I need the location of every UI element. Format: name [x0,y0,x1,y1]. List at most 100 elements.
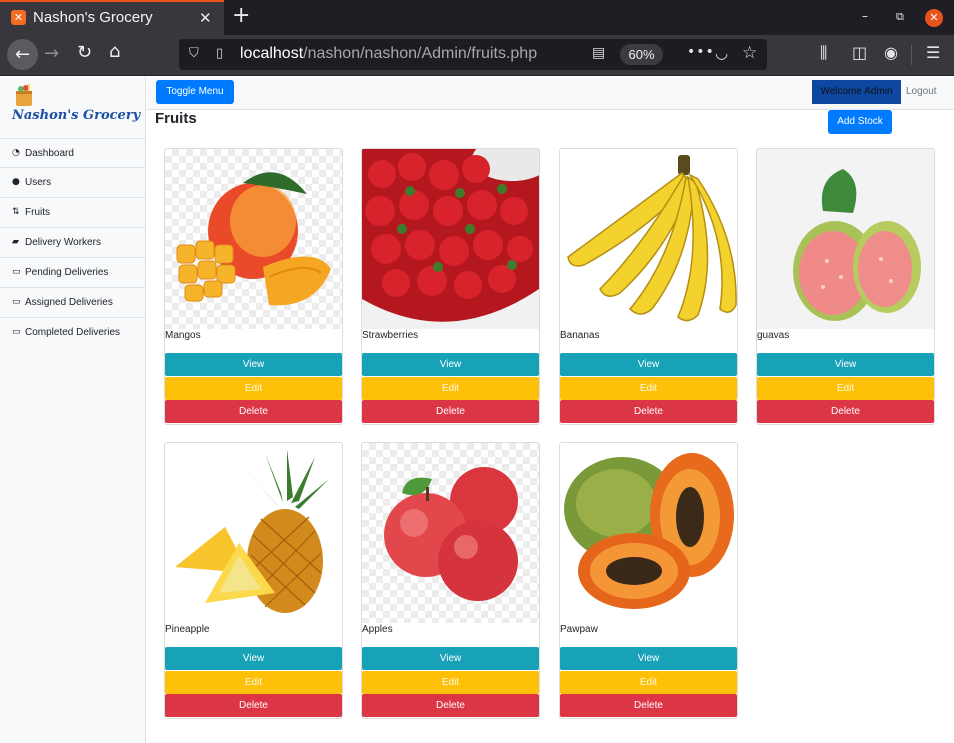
new-tab-icon[interactable]: + [232,3,250,28]
page-content: Nashon's Grocery ◔ Dashboard ● Users ⇅ F… [0,77,954,743]
delete-button[interactable]: Delete [362,400,539,423]
sidebar-item-label: Fruits [25,207,50,218]
page-title: Fruits [155,110,197,127]
product-name: Pawpaw [560,624,598,635]
product-card-mangos: Mangos View Edit Delete [164,148,343,425]
product-name: Bananas [560,330,600,341]
hamburger-menu-icon[interactable]: ☰ [926,43,940,62]
page-actions-icon[interactable]: ••• [687,44,715,60]
edit-button[interactable]: Edit [560,377,737,400]
edit-button[interactable]: Edit [165,671,342,694]
page-info-icon[interactable]: ▯ [216,46,223,61]
add-stock-button[interactable]: Add Stock [828,110,892,134]
bananas-image [567,155,737,322]
sidebar-item-dashboard[interactable]: ◔ Dashboard [0,138,146,168]
product-image [560,443,737,623]
zoom-level-badge[interactable]: 60% [620,44,663,65]
sidebar-item-label: Completed Deliveries [25,327,121,338]
browser-tab[interactable]: ✕ Nashon's Grocery ✕ [0,0,224,35]
sidebar-item-users[interactable]: ● Users [0,168,146,198]
sidebar-toggle-icon[interactable]: ◫ [852,43,867,62]
welcome-admin-button[interactable]: Welcome Admin [812,80,901,104]
edit-button[interactable]: Edit [165,377,342,400]
sidebar-item-label: Users [25,177,52,188]
url-text[interactable]: localhost/nashon/nashon/Admin/fruits.php [240,45,537,63]
product-card-apples: Apples View Edit Delete [361,442,540,719]
product-name: Apples [362,624,393,635]
view-button[interactable]: View [757,353,934,376]
pocket-icon[interactable]: ◡ [715,44,728,62]
browser-navigation-bar: ← → ↻ ⌂ ⛉ ▯ localhost/nashon/nashon/Admi… [0,35,954,76]
delete-button[interactable]: Delete [362,694,539,717]
sidebar-item-fruits[interactable]: ⇅ Fruits [0,198,146,228]
dashboard-icon: ◔ [12,148,20,158]
brand-name[interactable]: Nashon's Grocery [12,108,140,123]
product-name: Mangos [165,330,201,341]
view-button[interactable]: View [165,353,342,376]
view-button[interactable]: View [165,647,342,670]
guava-image [793,169,921,321]
edit-button[interactable]: Edit [362,671,539,694]
delete-button[interactable]: Delete [165,400,342,423]
toggle-menu-button[interactable]: Toggle Menu [156,80,234,104]
browser-tab-strip: ✕ Nashon's Grocery ✕ + – ⧉ ✕ [0,0,954,35]
top-navbar: Toggle Menu Welcome Admin Logout [147,77,954,110]
card-icon: ▭ [12,297,21,307]
delete-button[interactable]: Delete [560,400,737,423]
edit-button[interactable]: Edit [560,671,737,694]
tab-title: Nashon's Grocery [33,9,153,26]
edit-button[interactable]: Edit [362,377,539,400]
home-icon[interactable]: ⌂ [109,41,120,62]
delete-button[interactable]: Delete [165,694,342,717]
bookmark-star-icon[interactable]: ☆ [742,43,757,63]
back-arrow-icon[interactable]: ← [7,39,38,70]
url-path: /nashon/nashon/Admin/fruits.php [303,45,538,62]
product-card-bananas: Bananas View Edit Delete [559,148,738,425]
apples-image [384,467,518,601]
view-button[interactable]: View [560,353,737,376]
tracking-shield-icon[interactable]: ⛉ [189,46,199,61]
url-host: localhost [240,45,304,62]
truck-icon: ▰ [12,237,19,247]
logout-link[interactable]: Logout [906,86,937,97]
view-button[interactable]: View [560,647,737,670]
product-card-strawberries: Strawberries View Edit Delete [361,148,540,425]
user-icon: ● [12,177,20,187]
sidebar: Nashon's Grocery ◔ Dashboard ● Users ⇅ F… [0,77,146,743]
product-card-guavas: guavas View Edit Delete [756,148,935,425]
delete-button[interactable]: Delete [560,694,737,717]
window-restore-icon[interactable]: ⧉ [896,10,904,24]
library-icon[interactable]: ⫼ [820,43,827,63]
address-bar[interactable]: ⛉ ▯ localhost/nashon/nashon/Admin/fruits… [179,39,767,70]
sidebar-item-label: Assigned Deliveries [25,297,113,308]
product-card-pawpaw: Pawpaw View Edit Delete [559,442,738,719]
view-button[interactable]: View [362,353,539,376]
sidebar-item-completed-deliveries[interactable]: ▭ Completed Deliveries [0,318,146,348]
product-image [165,443,342,623]
pawpaw-image [564,453,734,609]
product-image [757,149,934,329]
delete-button[interactable]: Delete [757,400,934,423]
product-image [560,149,737,329]
sidebar-item-delivery-workers[interactable]: ▰ Delivery Workers [0,228,146,258]
account-icon[interactable]: ◉ [884,43,898,62]
product-name: Strawberries [362,330,419,341]
tab-close-icon[interactable]: ✕ [199,9,212,27]
xampp-favicon-icon: ✕ [11,10,26,25]
card-icon: ▭ [12,267,21,277]
window-close-icon[interactable]: ✕ [925,9,943,27]
product-image [362,149,539,329]
card-icon: ▭ [12,327,21,337]
edit-button[interactable]: Edit [757,377,934,400]
reload-icon[interactable]: ↻ [77,42,92,63]
fruits-icon: ⇅ [12,207,20,217]
sidebar-item-assigned-deliveries[interactable]: ▭ Assigned Deliveries [0,288,146,318]
reader-view-icon[interactable]: ▤ [592,45,605,61]
sidebar-menu: ◔ Dashboard ● Users ⇅ Fruits ▰ Delivery … [0,138,146,348]
view-button[interactable]: View [362,647,539,670]
sidebar-item-label: Dashboard [25,148,74,159]
window-minimize-icon[interactable]: – [862,9,868,23]
sidebar-item-pending-deliveries[interactable]: ▭ Pending Deliveries [0,258,146,288]
product-name: Pineapple [165,624,210,635]
forward-arrow-icon[interactable]: → [44,43,59,64]
